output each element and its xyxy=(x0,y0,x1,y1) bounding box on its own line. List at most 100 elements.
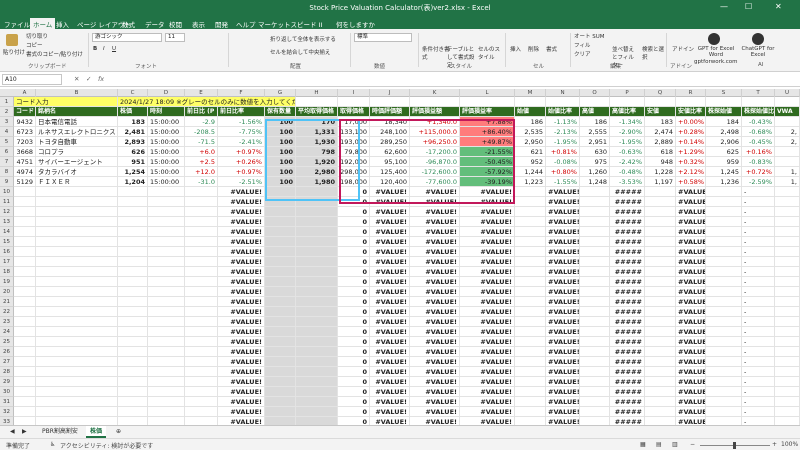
cell[interactable] xyxy=(36,257,118,267)
cell-pct[interactable]: -7.75% xyxy=(218,127,265,137)
cell[interactable] xyxy=(706,307,742,317)
cell[interactable] xyxy=(645,417,676,425)
cell-error[interactable]: #VALUE! xyxy=(218,337,265,347)
cell-avg[interactable]: 1,930 xyxy=(296,137,338,147)
cell-plr[interactable]: +49.87% xyxy=(460,137,515,147)
cell-low[interactable]: 2,474 xyxy=(645,127,676,137)
cell[interactable] xyxy=(580,207,610,217)
cell[interactable] xyxy=(148,217,185,227)
chatgpt-icon[interactable] xyxy=(752,33,764,45)
cell[interactable] xyxy=(580,227,610,237)
cell-error[interactable]: #VALUE! xyxy=(410,217,460,227)
cell[interactable] xyxy=(775,287,800,297)
cell[interactable] xyxy=(118,307,148,317)
cell-mv[interactable]: 18,340 xyxy=(370,117,410,127)
cell[interactable] xyxy=(36,337,118,347)
cell-error[interactable]: - xyxy=(742,207,775,217)
cell-high[interactable]: 975 xyxy=(580,157,610,167)
cell-low[interactable]: 1,228 xyxy=(645,167,676,177)
cell-error[interactable]: #VALUE! xyxy=(676,307,706,317)
cell-error[interactable]: - xyxy=(742,397,775,407)
cell[interactable] xyxy=(36,237,118,247)
cell[interactable] xyxy=(185,317,218,327)
cell[interactable] xyxy=(515,197,546,207)
cell-name[interactable]: ＦＩＸＥＲ xyxy=(36,177,118,187)
cancel-icon[interactable]: ✕ xyxy=(74,75,79,83)
tab-file[interactable]: ファイル xyxy=(4,19,30,29)
cell[interactable] xyxy=(36,347,118,357)
cell-error[interactable]: #VALUE! xyxy=(370,207,410,217)
cell[interactable] xyxy=(645,377,676,387)
cell-error[interactable]: #VALUE! xyxy=(370,277,410,287)
format-button[interactable]: 書式 xyxy=(546,45,557,53)
cell[interactable] xyxy=(265,237,296,247)
cell-error[interactable]: #VALUE! xyxy=(460,207,515,217)
cell-error[interactable]: #VALUE! xyxy=(410,367,460,377)
addins-button[interactable]: アドイン xyxy=(672,45,694,53)
column-header[interactable]: H xyxy=(296,89,338,97)
cell-error[interactable]: - xyxy=(742,367,775,377)
row-header[interactable]: 32 xyxy=(0,407,14,417)
column-title[interactable]: VWA xyxy=(775,107,800,117)
cell-error[interactable]: - xyxy=(742,197,775,207)
cell[interactable] xyxy=(515,97,546,107)
cell[interactable] xyxy=(14,217,36,227)
cell[interactable] xyxy=(148,367,185,377)
cell-error[interactable]: #VALUE! xyxy=(546,417,580,425)
cell[interactable] xyxy=(265,187,296,197)
cell[interactable] xyxy=(775,307,800,317)
cell-error[interactable]: 0 xyxy=(338,417,370,425)
cell[interactable] xyxy=(742,97,775,107)
cell-error[interactable]: #VALUE! xyxy=(410,187,460,197)
cell-low[interactable]: 1,197 xyxy=(645,177,676,187)
cell[interactable] xyxy=(185,277,218,287)
cell[interactable] xyxy=(118,347,148,357)
cell[interactable] xyxy=(14,207,36,217)
cell-error[interactable]: #VALUE! xyxy=(218,297,265,307)
cell-error[interactable]: - xyxy=(742,377,775,387)
cell-error[interactable]: #VALUE! xyxy=(460,327,515,337)
cell-error[interactable]: - xyxy=(742,277,775,287)
cell-error[interactable]: #VALUE! xyxy=(370,347,410,357)
cell-open[interactable]: 1,223 xyxy=(515,177,546,187)
cell-name[interactable]: タカラバイオ xyxy=(36,167,118,177)
cell-error[interactable]: #VALUE! xyxy=(218,207,265,217)
cell-error[interactable]: #VALUE! xyxy=(460,197,515,207)
cell-error[interactable]: 0 xyxy=(338,337,370,347)
cell-v[interactable]: 2, xyxy=(775,137,800,147)
cell-high[interactable]: 2,951 xyxy=(580,137,610,147)
cell-error[interactable]: #VALUE! xyxy=(546,217,580,227)
cell-error[interactable]: #VALUE! xyxy=(546,397,580,407)
cell-openr[interactable]: -1.55% xyxy=(546,177,580,187)
cell[interactable] xyxy=(296,267,338,277)
cell-chg[interactable]: +2.5 xyxy=(185,157,218,167)
cell[interactable] xyxy=(775,187,800,197)
cell[interactable] xyxy=(148,297,185,307)
cell[interactable] xyxy=(14,407,36,417)
cell[interactable] xyxy=(775,377,800,387)
cell-error[interactable]: #VALUE! xyxy=(370,187,410,197)
cell[interactable] xyxy=(265,377,296,387)
minimize-button[interactable]: — xyxy=(720,2,728,11)
cell-code[interactable]: 9432 xyxy=(14,117,36,127)
cell-lowr[interactable]: +0.32% xyxy=(676,157,706,167)
cell-error[interactable]: #VALUE! xyxy=(218,247,265,257)
cell[interactable] xyxy=(775,367,800,377)
cell[interactable] xyxy=(580,217,610,227)
cell[interactable] xyxy=(706,407,742,417)
cell[interactable] xyxy=(645,247,676,257)
column-title[interactable]: 保有数量 xyxy=(265,107,296,117)
cell[interactable] xyxy=(515,247,546,257)
cell[interactable] xyxy=(265,287,296,297)
cell[interactable] xyxy=(148,237,185,247)
cell-error[interactable]: - xyxy=(742,287,775,297)
cell[interactable] xyxy=(14,377,36,387)
cell[interactable] xyxy=(118,327,148,337)
cell-error[interactable]: #VALUE! xyxy=(370,417,410,425)
cell[interactable] xyxy=(775,197,800,207)
cell[interactable] xyxy=(14,317,36,327)
cell-v[interactable]: 1, xyxy=(775,167,800,177)
cell-code[interactable]: 4974 xyxy=(14,167,36,177)
cell[interactable] xyxy=(645,217,676,227)
cell-error[interactable]: #VALUE! xyxy=(218,327,265,337)
